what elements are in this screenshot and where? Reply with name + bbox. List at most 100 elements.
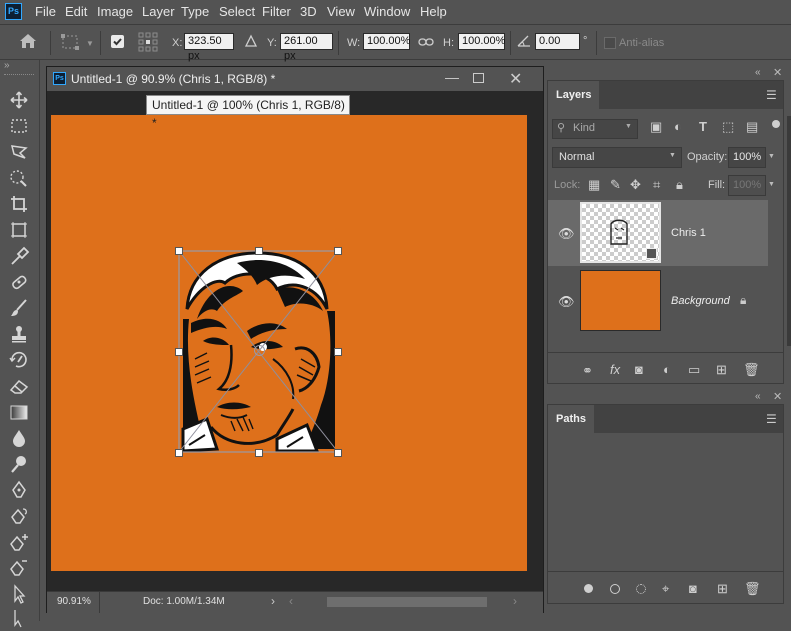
path-selection-tool-icon[interactable] xyxy=(8,584,30,604)
horizontal-scrollbar-thumb[interactable] xyxy=(327,597,487,607)
layer-name[interactable]: Chris 1 xyxy=(671,227,706,239)
direct-selection-tool-icon[interactable] xyxy=(8,608,30,628)
gradient-tool-icon[interactable] xyxy=(8,402,30,422)
healing-brush-tool-icon[interactable] xyxy=(8,272,30,292)
lock-all-icon[interactable]: 🔒︎ xyxy=(676,177,683,193)
menu-select[interactable]: Select xyxy=(219,4,255,19)
reference-point-locator-icon[interactable] xyxy=(138,32,158,55)
panel-menu-icon[interactable]: ☰ xyxy=(766,88,777,102)
history-brush-tool-icon[interactable] xyxy=(8,350,30,370)
close-dock-icon[interactable]: ✕ xyxy=(773,66,782,79)
convert-point-tool-icon[interactable] xyxy=(8,558,30,578)
transform-handle[interactable] xyxy=(175,449,183,457)
adjustment-layer-icon[interactable]: ◐ xyxy=(663,362,671,377)
eyedropper-tool-icon[interactable] xyxy=(8,246,30,266)
document-title-bar[interactable]: Ps Untitled-1 @ 90.9% (Chris 1, RGB/8) *… xyxy=(47,67,543,92)
filter-smart-object-icon[interactable]: ▤ xyxy=(746,119,758,135)
status-menu-chevron-icon[interactable]: › xyxy=(271,594,275,608)
menu-help[interactable]: Help xyxy=(420,4,447,19)
scroll-left-icon[interactable]: ‹ xyxy=(289,594,293,608)
make-work-path-icon[interactable]: ⌖ xyxy=(662,581,669,597)
move-tool-icon[interactable] xyxy=(8,90,30,110)
blur-tool-icon[interactable] xyxy=(8,428,30,448)
visibility-eye-icon[interactable]: 👁︎ xyxy=(558,226,575,242)
maximize-icon[interactable] xyxy=(473,73,484,83)
collapse-dock-icon[interactable]: « xyxy=(755,67,761,78)
artboard[interactable] xyxy=(51,115,527,571)
zoom-level[interactable]: 90.91% xyxy=(57,596,91,607)
load-selection-icon[interactable] xyxy=(636,584,646,594)
pen-tool-icon[interactable] xyxy=(8,480,30,500)
lock-image-pixels-icon[interactable]: ✎ xyxy=(610,177,621,193)
transform-handle[interactable] xyxy=(334,348,342,356)
filter-toggle[interactable] xyxy=(772,120,780,128)
x-position-field[interactable]: 323.50 px xyxy=(184,33,234,62)
collapse-chevron-icon[interactable]: » xyxy=(4,60,10,71)
transform-handle[interactable] xyxy=(175,247,183,255)
menu-window[interactable]: Window xyxy=(364,4,410,19)
chevron-down-icon[interactable]: ▼ xyxy=(86,39,94,48)
layer-row[interactable]: 👁︎ Background 🔒︎ xyxy=(548,268,768,334)
link-layers-icon[interactable]: ⚭ xyxy=(582,363,593,379)
transform-tool-icon[interactable] xyxy=(60,33,82,54)
home-icon[interactable] xyxy=(18,32,38,53)
brush-tool-icon[interactable] xyxy=(8,298,30,318)
opacity-field[interactable]: 100% xyxy=(728,147,766,168)
reference-point-checkbox[interactable] xyxy=(111,35,124,48)
add-mask-icon[interactable]: ◙ xyxy=(689,581,697,596)
filter-adjustment-icon[interactable]: ◐ xyxy=(674,119,682,134)
transform-handle[interactable] xyxy=(255,247,263,255)
close-icon[interactable]: ✕ xyxy=(509,69,522,89)
stroke-path-icon[interactable] xyxy=(610,584,620,594)
group-folder-icon[interactable]: ▭ xyxy=(688,362,700,378)
new-path-icon[interactable]: ⊞ xyxy=(717,581,728,597)
layer-mask-icon[interactable]: ◙ xyxy=(635,362,643,377)
menu-type[interactable]: Type xyxy=(181,4,209,19)
rotation-angle-field[interactable]: 0.00 xyxy=(535,33,580,50)
trash-icon[interactable]: 🗑︎ xyxy=(743,362,760,378)
filter-type-icon[interactable]: T xyxy=(699,119,707,134)
menu-layer[interactable]: Layer xyxy=(142,4,175,19)
chevron-down-icon[interactable]: ▼ xyxy=(768,181,775,188)
layer-style-icon[interactable]: fx xyxy=(610,362,620,377)
menu-filter[interactable]: Filter xyxy=(262,4,291,19)
transform-reference-point[interactable] xyxy=(254,345,265,356)
layer-thumbnail[interactable] xyxy=(580,202,661,263)
y-position-field[interactable]: 261.00 px xyxy=(280,33,333,62)
dodge-tool-icon[interactable] xyxy=(8,454,30,474)
filter-pixel-icon[interactable]: ▣ xyxy=(650,119,662,135)
chevron-down-icon[interactable]: ▼ xyxy=(768,153,775,160)
minimize-icon[interactable]: — xyxy=(445,69,459,85)
fill-path-icon[interactable] xyxy=(584,584,593,593)
filter-shape-icon[interactable]: ⬚ xyxy=(722,119,734,135)
panel-menu-icon[interactable]: ☰ xyxy=(766,412,777,426)
menu-image[interactable]: Image xyxy=(97,4,133,19)
layer-filter-dropdown[interactable]: ⚲ Kind ▼ xyxy=(552,119,638,139)
new-layer-icon[interactable]: ⊞ xyxy=(716,362,727,378)
frame-tool-icon[interactable] xyxy=(8,220,30,240)
close-dock-icon[interactable]: ✕ xyxy=(773,390,782,403)
lock-artboard-icon[interactable]: ⌗ xyxy=(653,177,660,193)
layer-row[interactable]: 👁︎ Chris 1 xyxy=(548,200,768,266)
tab-paths[interactable]: Paths xyxy=(548,405,594,433)
delta-icon[interactable] xyxy=(244,34,258,51)
angle-icon[interactable] xyxy=(516,34,532,51)
toolbar-grip[interactable] xyxy=(4,74,34,77)
collapse-dock-icon[interactable]: « xyxy=(755,391,761,402)
freeform-pen-tool-icon[interactable] xyxy=(8,506,30,526)
width-field[interactable]: 100.00% xyxy=(363,33,410,50)
transform-handle[interactable] xyxy=(334,449,342,457)
antialias-checkbox[interactable] xyxy=(604,37,616,49)
scroll-right-icon[interactable]: › xyxy=(513,594,517,608)
add-anchor-point-tool-icon[interactable] xyxy=(8,532,30,552)
layer-thumbnail[interactable] xyxy=(580,270,661,331)
height-field[interactable]: 100.00% xyxy=(458,33,505,50)
transform-handle[interactable] xyxy=(255,449,263,457)
menu-file[interactable]: File xyxy=(35,4,56,19)
transform-handle[interactable] xyxy=(334,247,342,255)
panel-scrollbar[interactable] xyxy=(787,116,791,346)
canvas-area[interactable] xyxy=(47,91,543,591)
link-icon[interactable] xyxy=(418,36,434,51)
fill-field[interactable]: 100% xyxy=(728,175,766,196)
transform-bounding-box[interactable] xyxy=(171,243,335,453)
